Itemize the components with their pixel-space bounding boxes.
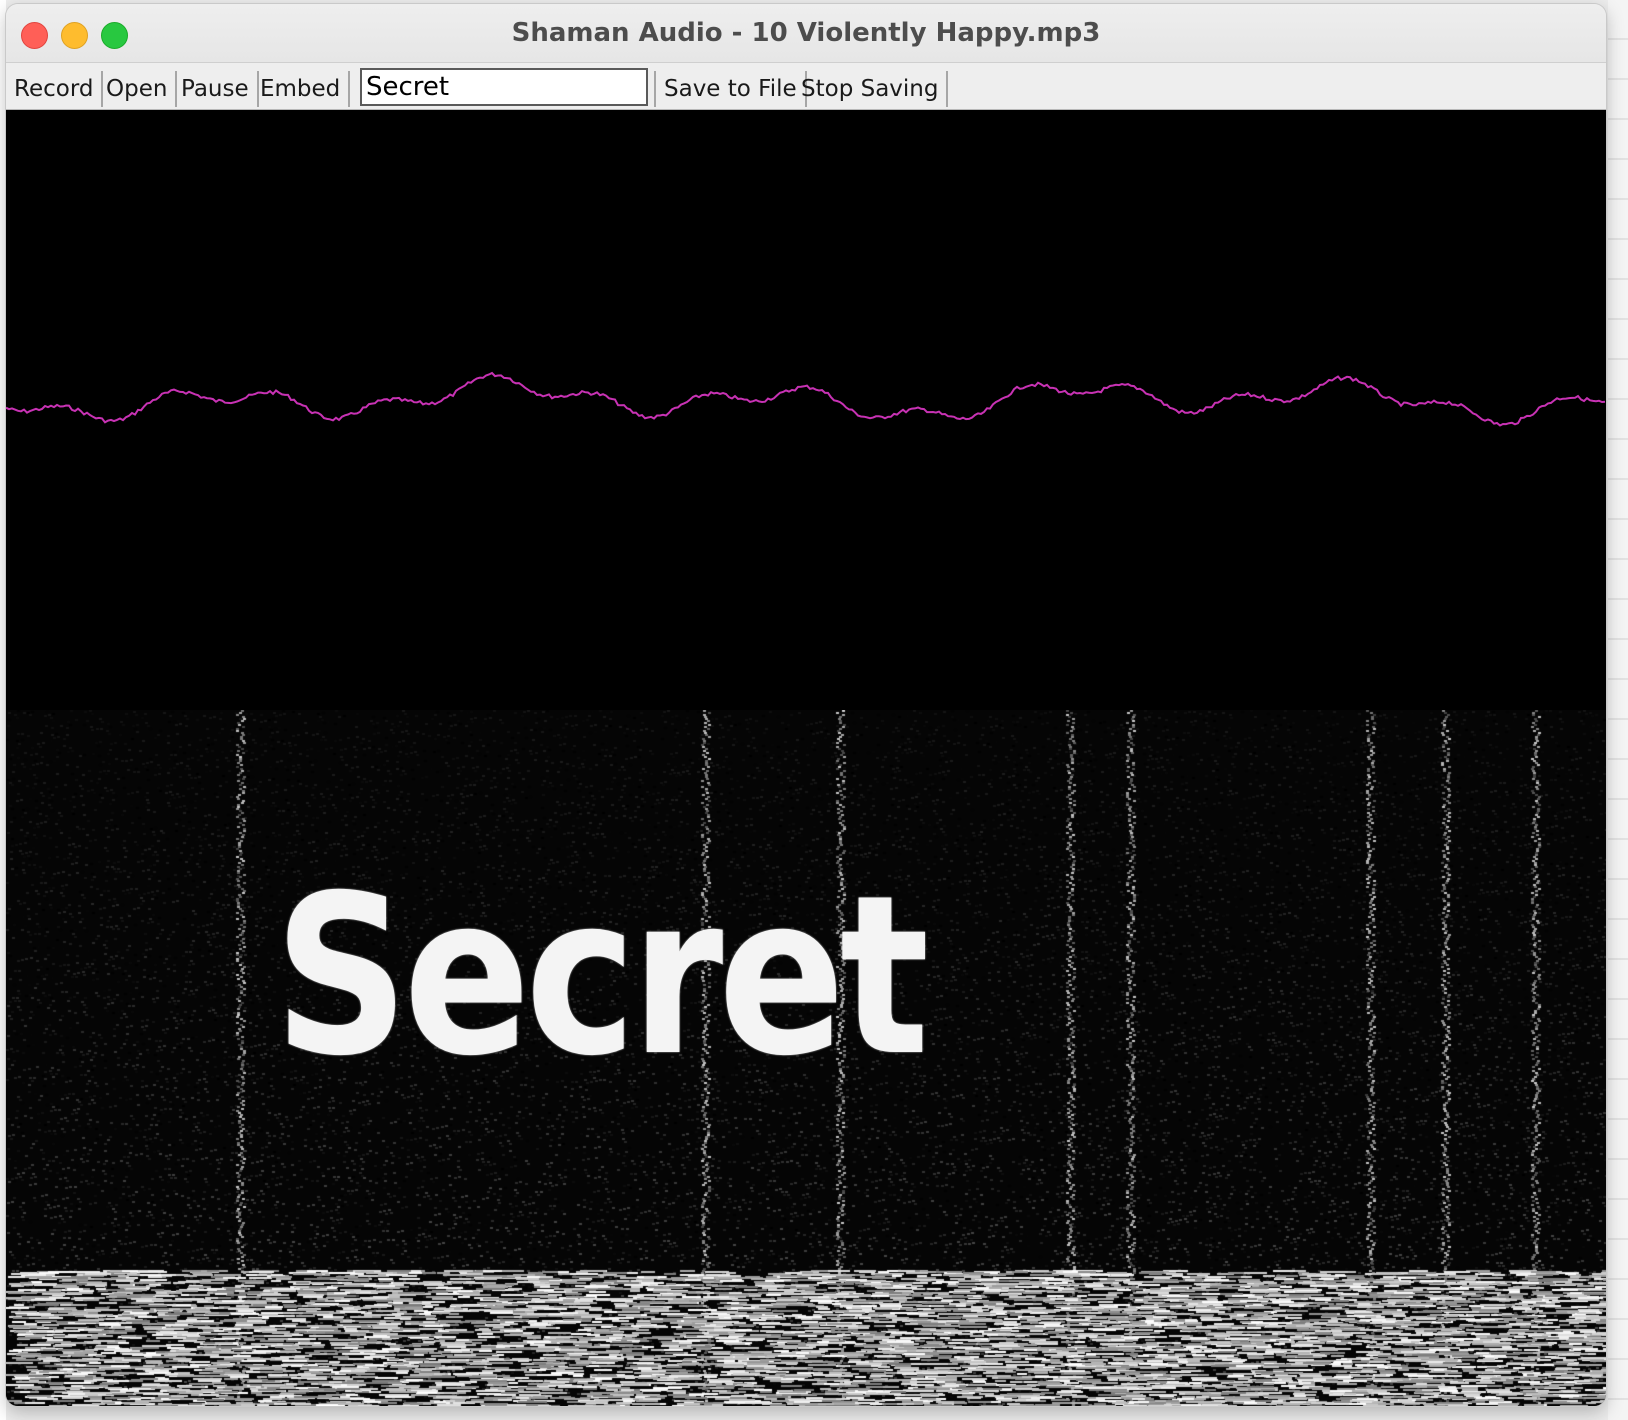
embedded-text-in-spectrogram: Secret	[274, 848, 929, 1104]
record-button[interactable]: Record	[6, 71, 104, 107]
save-to-file-button[interactable]: Save to File	[656, 71, 807, 107]
desktop-background-right	[1608, 0, 1628, 1420]
embed-button[interactable]: Embed	[252, 71, 351, 107]
pause-button[interactable]: Pause	[173, 71, 259, 107]
title-bar[interactable]: Shaman Audio - 10 Violently Happy.mp3	[6, 4, 1606, 63]
embed-text-input[interactable]	[360, 68, 648, 106]
waveform-plot	[6, 371, 1606, 427]
stop-saving-button[interactable]: Stop Saving	[793, 71, 949, 107]
waveform-line	[6, 371, 1606, 427]
spectrogram-view[interactable]: Secret	[6, 710, 1606, 1406]
waveform-view[interactable]	[6, 110, 1606, 710]
app-window: Shaman Audio - 10 Violently Happy.mp3 Re…	[6, 4, 1606, 1406]
toolbar: Record Open Pause Embed Save to File Sto…	[6, 63, 1606, 110]
open-button[interactable]: Open	[98, 71, 178, 107]
window-title: Shaman Audio - 10 Violently Happy.mp3	[511, 18, 1101, 48]
